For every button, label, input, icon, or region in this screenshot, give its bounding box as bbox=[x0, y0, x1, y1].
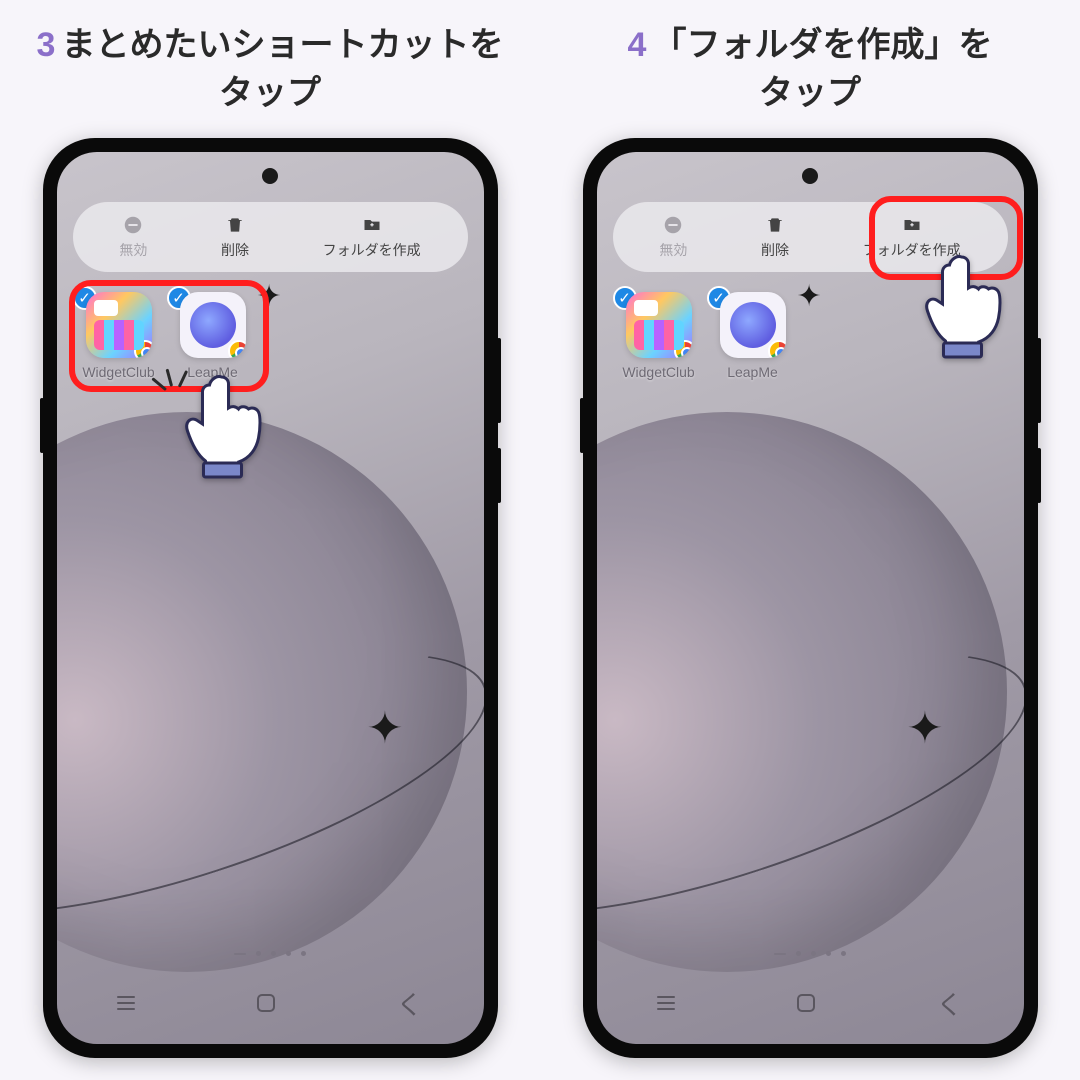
nav-recent-button[interactable] bbox=[657, 996, 675, 1010]
step-text-line1: 「フォルダを作成」を bbox=[652, 26, 992, 64]
page-indicator bbox=[774, 951, 846, 956]
delete-label: 削除 bbox=[221, 240, 249, 260]
step-3-title: 3まとめたいショートカットを タップ bbox=[37, 20, 504, 120]
minus-circle-icon bbox=[662, 214, 684, 236]
phone-mockup: ✦ ✦ 無効 削除 bbox=[583, 138, 1038, 1058]
android-nav-bar: く bbox=[57, 984, 484, 1022]
minus-circle-icon bbox=[122, 214, 144, 236]
create-folder-button[interactable]: フォルダを作成 bbox=[323, 214, 421, 260]
step-text-line2: タップ bbox=[219, 74, 321, 112]
disable-button[interactable]: 無効 bbox=[659, 214, 687, 260]
trash-icon bbox=[764, 214, 786, 236]
create-folder-label: フォルダを作成 bbox=[323, 240, 421, 260]
step-4-title: 4「フォルダを作成」を タップ bbox=[628, 20, 993, 120]
nav-home-button[interactable] bbox=[257, 994, 275, 1012]
trash-icon bbox=[224, 214, 246, 236]
wallpaper-planet bbox=[597, 412, 1007, 972]
delete-button[interactable]: 削除 bbox=[221, 214, 249, 260]
nav-recent-button[interactable] bbox=[117, 996, 135, 1010]
app-label: WidgetClub bbox=[622, 364, 694, 380]
disable-button[interactable]: 無効 bbox=[119, 214, 147, 260]
app-label: LeapMe bbox=[727, 364, 778, 380]
phone-screen: ✦ ✦ 無効 削除 bbox=[57, 152, 484, 1044]
step-4-column: 4「フォルダを作成」を タップ ✦ ✦ 無効 bbox=[550, 20, 1070, 1060]
page-indicator bbox=[234, 951, 306, 956]
phone-side-button bbox=[580, 398, 584, 453]
nav-home-button[interactable] bbox=[797, 994, 815, 1012]
phone-side-button bbox=[40, 398, 44, 453]
android-nav-bar: く bbox=[597, 984, 1024, 1022]
selected-apps-row: ✓ WidgetClub ✓ LeapMe bbox=[619, 292, 793, 380]
phone-screen: ✦ ✦ 無効 削除 bbox=[597, 152, 1024, 1044]
phone-volume-button bbox=[497, 338, 501, 423]
phone-volume-button bbox=[1037, 338, 1041, 423]
disable-label: 無効 bbox=[119, 240, 147, 260]
phone-power-button bbox=[1037, 448, 1041, 503]
phone-mockup: ✦ ✦ 無効 削除 bbox=[43, 138, 498, 1058]
tap-hand-icon bbox=[177, 367, 282, 492]
delete-label: 削除 bbox=[761, 240, 789, 260]
widgetclub-icon bbox=[626, 292, 692, 358]
folder-plus-icon bbox=[361, 214, 383, 236]
phone-power-button bbox=[497, 448, 501, 503]
wallpaper-planet bbox=[57, 412, 467, 972]
step-number: 3 bbox=[37, 26, 56, 64]
step-3-column: 3まとめたいショートカットを タップ ✦ ✦ 無効 bbox=[10, 20, 530, 1060]
leapme-icon bbox=[720, 292, 786, 358]
app-leapme[interactable]: ✓ LeapMe bbox=[713, 292, 793, 380]
selection-toolbar: 無効 削除 フォルダを作成 bbox=[73, 202, 468, 272]
sparkle-icon: ✦ bbox=[367, 707, 404, 751]
chrome-badge-icon bbox=[768, 340, 786, 358]
app-widgetclub[interactable]: ✓ WidgetClub bbox=[619, 292, 699, 380]
nav-back-button[interactable]: く bbox=[937, 985, 963, 1022]
step-number: 4 bbox=[628, 26, 647, 64]
step-text-line2: タップ bbox=[759, 74, 861, 112]
step-text-line1: まとめたいショートカットを bbox=[61, 26, 503, 64]
sparkle-icon: ✦ bbox=[907, 707, 944, 751]
chrome-badge-icon bbox=[674, 340, 692, 358]
sparkle-icon: ✦ bbox=[797, 282, 822, 312]
nav-back-button[interactable]: く bbox=[397, 985, 423, 1022]
delete-button[interactable]: 削除 bbox=[761, 214, 789, 260]
disable-label: 無効 bbox=[659, 240, 687, 260]
tap-hand-icon bbox=[917, 247, 1022, 372]
